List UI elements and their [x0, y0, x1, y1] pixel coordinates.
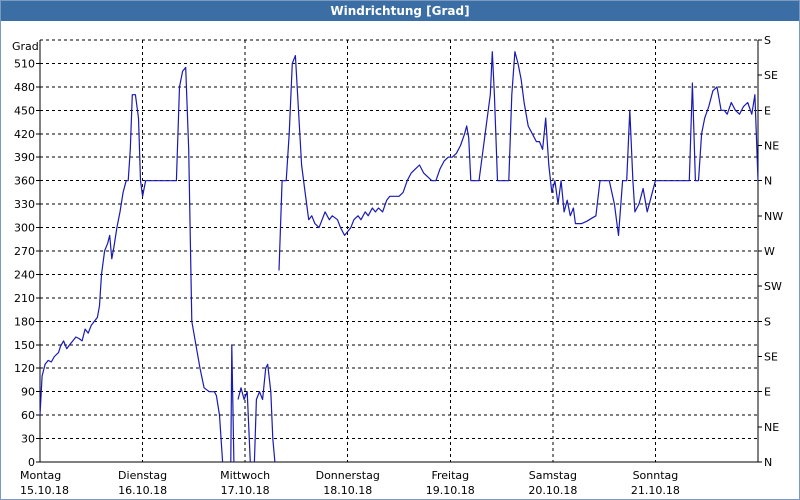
right-tick-label: S [764, 34, 771, 47]
x-tick-label-day: Freitag [431, 469, 469, 482]
plot-area [40, 40, 758, 462]
y-tick-label: 240 [14, 268, 35, 281]
x-tick-label-day: Sonntag [633, 469, 679, 482]
x-tick-label-date: 21.10.18 [631, 484, 680, 497]
y-tick-label: 210 [14, 292, 35, 305]
y-tick-label: 150 [14, 339, 35, 352]
y-tick-label: 120 [14, 362, 35, 375]
y-tick-label: 90 [21, 386, 35, 399]
y-tick-label: 270 [14, 245, 35, 258]
right-tick-label: SE [764, 69, 778, 82]
y-tick-label: 60 [21, 409, 35, 422]
x-tick-label-date: 15.10.18 [20, 484, 69, 497]
right-tick-label: N [764, 456, 772, 469]
right-tick-label: S [764, 315, 771, 328]
y-tick-label: 390 [14, 151, 35, 164]
y-axis-title: Grad [12, 40, 39, 53]
right-tick-label: SE [764, 351, 778, 364]
right-tick-label: N [764, 175, 772, 188]
x-tick-label-day: Montag [20, 469, 61, 482]
x-tick-label-day: Dienstag [118, 469, 167, 482]
right-tick-label: E [764, 386, 771, 399]
y-tick-label: 510 [14, 57, 35, 70]
x-tick-label-date: 17.10.18 [221, 484, 270, 497]
x-tick-label-day: Donnerstag [316, 469, 380, 482]
y-tick-label: 180 [14, 315, 35, 328]
right-tick-label: SW [764, 280, 782, 293]
right-tick-label: E [764, 104, 771, 117]
y-tick-label: 300 [14, 222, 35, 235]
y-tick-label: 480 [14, 81, 35, 94]
x-tick-label-date: 19.10.18 [426, 484, 475, 497]
right-tick-label: NW [764, 210, 783, 223]
y-tick-label: 420 [14, 128, 35, 141]
y-tick-label: 330 [14, 198, 35, 211]
x-tick-label-date: 16.10.18 [118, 484, 167, 497]
right-tick-label: NE [764, 140, 779, 153]
y-tick-label: 450 [14, 104, 35, 117]
y-tick-label: 30 [21, 433, 35, 446]
x-tick-label-day: Mittwoch [220, 469, 270, 482]
y-tick-label: 0 [28, 456, 35, 469]
right-tick-label: NE [764, 421, 779, 434]
y-tick-label: 360 [14, 175, 35, 188]
x-tick-label-day: Samstag [529, 469, 577, 482]
wind-direction-chart: 0 30 60 90 120 150 180 210 240 270 300 330 360 390 420… [12, 34, 783, 497]
x-tick-label-date: 20.10.18 [528, 484, 577, 497]
right-tick-label: W [764, 245, 775, 258]
x-tick-label-date: 18.10.18 [323, 484, 372, 497]
